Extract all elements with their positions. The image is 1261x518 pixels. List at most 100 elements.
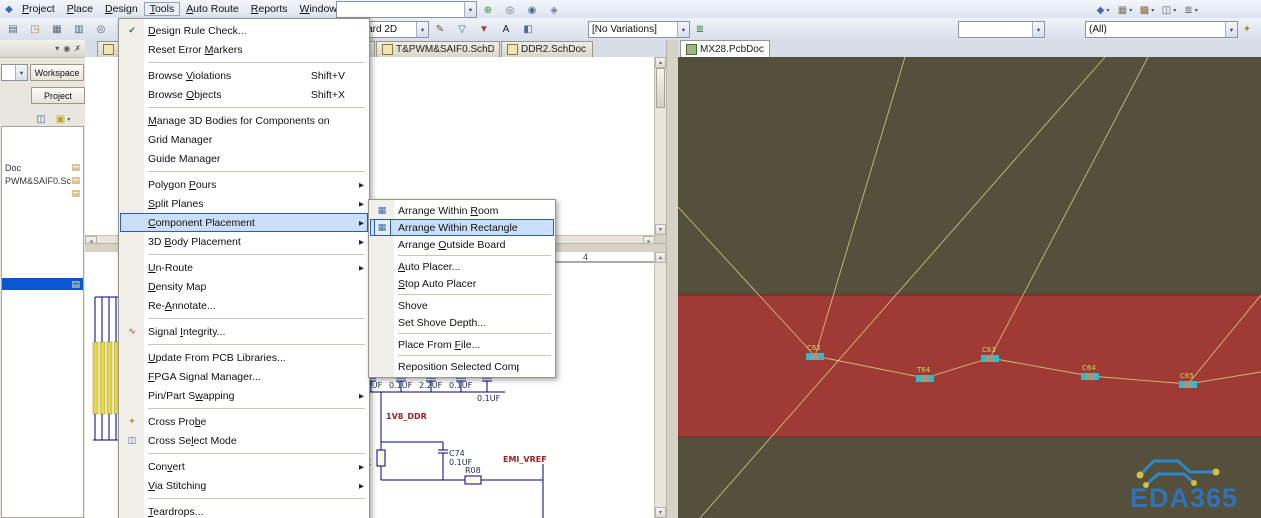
menu-item-set-shove-depth[interactable]: Set Shove Depth... [370, 314, 554, 331]
project-button[interactable]: Project [31, 87, 85, 104]
workspace-combo[interactable]: ▾ [1, 64, 28, 81]
print-icon[interactable]: ▥ [69, 20, 89, 38]
menu-item-update-from-pcb-libraries[interactable]: Update From PCB Libraries... [120, 348, 368, 367]
variant-report-icon[interactable]: ≣ [690, 20, 710, 38]
menu-item-shove[interactable]: Shove [370, 297, 554, 314]
menu-item-guide-manager[interactable]: Guide Manager [120, 149, 368, 168]
workspace-button[interactable]: Workspace [30, 64, 84, 81]
filter-wizard-icon[interactable]: ✦ [1237, 20, 1257, 38]
menu-item-polygon-pours[interactable]: Polygon Pours ▶ [120, 175, 368, 194]
scroll-up-icon[interactable]: ▴ [655, 252, 666, 263]
vertical-scrollbar[interactable]: ▴ ▾ [654, 57, 666, 235]
menu-item-split-planes[interactable]: Split Planes ▶ [120, 194, 368, 213]
chevron-down-icon[interactable]: ▾ [464, 2, 476, 17]
compile-icon[interactable]: ⊕ [478, 1, 498, 19]
panel-close-icon[interactable]: ✗ [74, 44, 81, 53]
menu-item-browse-objects[interactable]: Browse Objects Shift+X [120, 85, 368, 104]
menu-item-arrange-within-rectangle[interactable]: ▦ Arrange Within Rectangle [370, 219, 554, 236]
panel-pin-icon[interactable]: ◉ [63, 44, 70, 53]
tab-mx28-pcbdoc[interactable]: MX28.PcbDoc [680, 40, 770, 57]
board-region[interactable] [678, 295, 1261, 437]
quick-access-combo[interactable]: ▾ [336, 1, 477, 18]
variations-combo[interactable]: [No Variations] ▾ [588, 21, 690, 38]
zoom-icon[interactable]: ◎ [91, 20, 111, 38]
scroll-up-icon[interactable]: ▴ [655, 57, 666, 68]
tab-ddr2-schdoc[interactable]: DDR2.SchDoc [501, 41, 593, 57]
menu-design[interactable]: Design [99, 2, 144, 16]
save-icon[interactable]: ▦ [47, 20, 67, 38]
menu-item-component-placement[interactable]: Component Placement ▶ [120, 213, 368, 232]
mask-icon[interactable]: ◧ [518, 20, 538, 38]
menu-tools[interactable]: Tools [143, 2, 181, 16]
chevron-down-icon[interactable]: ▾ [15, 65, 27, 80]
filter-icon[interactable]: ▽ [452, 20, 472, 38]
chevron-down-icon[interactable]: ▾ [1151, 7, 1154, 14]
menu-item-density-map[interactable]: Density Map [120, 277, 368, 296]
menu-item-stop-auto-placer[interactable]: Stop Auto Placer [370, 275, 554, 292]
menu-item-cross-probe[interactable]: ✦ Cross Probe [120, 412, 368, 431]
device-view-icon[interactable]: ◎ [500, 1, 520, 19]
menu-item-browse-violations[interactable]: Browse Violations Shift+V [120, 66, 368, 85]
menu-item-pin-part-swapping[interactable]: Pin/Part Swapping ▶ [120, 386, 368, 405]
scope-combo[interactable]: (All) ▾ [1085, 21, 1238, 38]
menu-place[interactable]: Place [61, 2, 99, 16]
selected-tree-item[interactable]: ▤ [2, 278, 83, 290]
menu-item-convert[interactable]: Convert ▶ [120, 457, 368, 476]
export-icon[interactable]: ▦ ▾ [1115, 1, 1135, 19]
tree-item[interactable]: Doc ▤ [2, 161, 83, 174]
chevron-down-icon[interactable]: ▾ [677, 22, 689, 37]
chevron-down-icon[interactable]: ▾ [1129, 7, 1132, 14]
menu-item-teardrops[interactable]: Teardrops... [120, 502, 368, 518]
clear-filter-icon[interactable]: ▼ [474, 20, 494, 38]
menu-reports[interactable]: Reports [245, 2, 294, 16]
menu-item-manage-3d-bodies-for-components-on-board[interactable]: Manage 3D Bodies for Components on Board… [120, 111, 368, 130]
vertical-scrollbar[interactable]: ▴ ▾ [654, 252, 666, 518]
menu-item-grid-manager[interactable]: Grid Manager [120, 130, 368, 149]
board-insight-icon[interactable]: ▩ ▾ [1137, 1, 1157, 19]
scroll-down-icon[interactable]: ▾ [655, 224, 666, 235]
chevron-down-icon[interactable]: ▾ [1032, 22, 1044, 37]
menu-item-un-route[interactable]: Un-Route ▶ [120, 258, 368, 277]
menu-item-design-rule-check[interactable]: ✔ Design Rule Check... [120, 21, 368, 40]
menu-item-reset-error-markers[interactable]: Reset Error Markers [120, 40, 368, 59]
scroll-down-icon[interactable]: ▾ [655, 507, 666, 518]
submenu-arrow-icon: ▶ [359, 392, 364, 400]
tree-item[interactable]: PWM&SAIF0.Sc ▤ [2, 174, 83, 187]
resistor-r08[interactable] [464, 475, 482, 485]
new-document-icon[interactable]: ▤ [3, 20, 23, 38]
resistor-r07[interactable] [376, 449, 386, 467]
menu-project[interactable]: Project [16, 2, 61, 16]
tab-tpwmsaif0-schdoc[interactable]: T&PWM&SAIF0.SchDoc [376, 41, 500, 57]
menu-item-place-from-file[interactable]: Place From File... [370, 336, 554, 353]
scrollbar-thumb[interactable] [656, 68, 665, 108]
measure-icon[interactable]: ◫ ▾ [1159, 1, 1179, 19]
menu-item-re-annotate[interactable]: Re-Annotate... [120, 296, 368, 315]
chevron-down-icon[interactable]: ▾ [416, 22, 428, 37]
preferences-icon[interactable]: ◉ [522, 1, 542, 19]
tree-item[interactable]: ▤ [2, 187, 83, 200]
layer-sets-icon[interactable]: ◆ ▾ [1093, 1, 1113, 19]
menu-item-arrange-within-room[interactable]: ▦ Arrange Within Room [370, 202, 554, 219]
chevron-down-icon[interactable]: ▾ [1106, 7, 1109, 14]
menu-item-via-stitching[interactable]: Via Stitching ▶ [120, 476, 368, 495]
menu-item-fpga-signal-manager[interactable]: FPGA Signal Manager... [120, 367, 368, 386]
wire-edit-icon[interactable]: ✎ [430, 20, 450, 38]
menu-item-cross-select-mode[interactable]: ◫ Cross Select Mode [120, 431, 368, 450]
grids-icon[interactable]: ≣ ▾ [1181, 1, 1201, 19]
panel-dropdown-icon[interactable]: ▾ [55, 44, 59, 53]
chevron-down-icon[interactable]: ▾ [1225, 22, 1237, 37]
menu-item-auto-placer[interactable]: Auto Placer... [370, 258, 554, 275]
chevron-down-icon[interactable]: ▾ [1173, 7, 1176, 14]
menu-auto-route[interactable]: Auto Route [180, 2, 245, 16]
system-icon[interactable]: ◈ [544, 1, 564, 19]
menu-item-3d-body-placement[interactable]: 3D Body Placement ▶ [120, 232, 368, 251]
chevron-down-icon[interactable]: ▾ [67, 116, 70, 123]
open-icon[interactable]: ◳ [25, 20, 45, 38]
font-icon[interactable]: A [496, 20, 516, 38]
menu-item-arrange-outside-board[interactable]: Arrange Outside Board [370, 236, 554, 253]
menu-item-signal-integrity[interactable]: ∿ Signal Integrity... [120, 322, 368, 341]
menu-item-reposition-selected-components[interactable]: Reposition Selected Components [370, 358, 554, 375]
net-filter-combo[interactable]: ▾ [958, 21, 1045, 38]
pcb-view[interactable]: C62 T64 C63 C64 C65 EDA365 [678, 57, 1261, 518]
chevron-down-icon[interactable]: ▾ [1195, 7, 1198, 14]
